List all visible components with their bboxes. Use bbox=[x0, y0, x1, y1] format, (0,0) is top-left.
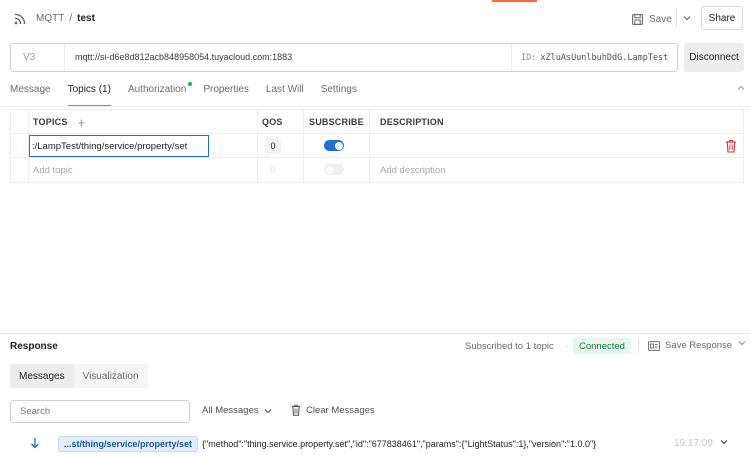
save-response-label: Save Response bbox=[665, 340, 733, 351]
response-title: Response bbox=[10, 341, 58, 352]
chevron-down-icon[interactable] bbox=[738, 340, 746, 346]
tab-last-will[interactable]: Last Will bbox=[266, 84, 304, 106]
tab-visualization[interactable]: Visualization bbox=[73, 364, 148, 388]
save-response-button[interactable]: Save Response bbox=[648, 340, 732, 351]
header-topics-label: TOPICS bbox=[33, 117, 68, 127]
modified-dot-icon bbox=[188, 82, 193, 86]
topic-input[interactable]: :/LampTest/thing/service/property/set bbox=[29, 135, 209, 157]
add-subscribe-toggle[interactable] bbox=[324, 164, 344, 175]
list-item[interactable]: ...st/thing/service/property/set {"metho… bbox=[0, 432, 750, 457]
chevron-down-icon[interactable] bbox=[720, 439, 728, 445]
save-button[interactable]: Save bbox=[632, 10, 672, 28]
status-separator: · bbox=[565, 341, 568, 351]
connection-status-badge: Connected bbox=[573, 338, 631, 354]
toolbar-divider bbox=[638, 339, 639, 353]
save-options-button[interactable] bbox=[676, 8, 696, 28]
share-button[interactable]: Share bbox=[701, 6, 743, 30]
header-qos: QOS bbox=[262, 117, 283, 127]
clear-messages-label: Clear Messages bbox=[306, 404, 375, 416]
message-time: 19:17:09 bbox=[674, 438, 713, 449]
topics-table: TOPICS + QOS SUBSCRIBE DESCRIPTION :/Lam… bbox=[10, 109, 744, 184]
add-topic-plus-icon[interactable]: + bbox=[78, 115, 86, 130]
breadcrumb-protocol[interactable]: MQTT bbox=[36, 13, 64, 24]
breadcrumb: MQTT / test bbox=[36, 13, 95, 24]
chevron-up-icon[interactable] bbox=[737, 85, 745, 91]
message-filter-label: All Messages bbox=[202, 405, 259, 416]
header-description: DESCRIPTION bbox=[380, 117, 444, 127]
trash-icon[interactable] bbox=[725, 139, 737, 153]
chevron-down-icon bbox=[683, 16, 690, 21]
active-tab-accent bbox=[492, 0, 537, 2]
add-topic-input[interactable]: Add topic bbox=[33, 158, 73, 182]
version-select[interactable]: V3 bbox=[11, 44, 65, 71]
save-icon bbox=[632, 13, 643, 25]
tab-authorization[interactable]: Authorization bbox=[127, 82, 193, 106]
search-input[interactable] bbox=[10, 400, 190, 423]
request-tabs: Message Topics (1) Authorization Propert… bbox=[10, 82, 374, 106]
response-divider[interactable] bbox=[0, 333, 750, 334]
tab-properties[interactable]: Properties bbox=[203, 84, 249, 106]
mqtt-icon bbox=[14, 13, 26, 25]
arrow-down-icon bbox=[31, 438, 39, 449]
header-subscribe: SUBSCRIBE bbox=[309, 117, 364, 127]
message-topic-badge: ...st/thing/service/property/set bbox=[58, 436, 199, 452]
header-topics: TOPICS + bbox=[33, 110, 85, 134]
tab-authorization-label: Authorization bbox=[127, 84, 187, 95]
table-row: :/LampTest/thing/service/property/set 0 bbox=[11, 134, 743, 158]
save-response-icon bbox=[648, 340, 660, 351]
connection-bar: V3 mqtt://si-d6e8d812acb848958054.tuyacl… bbox=[10, 43, 678, 72]
response-tabs: Messages Visualization bbox=[10, 364, 148, 388]
chevron-down-icon bbox=[264, 408, 271, 413]
client-id-input[interactable]: ID: xZluAsUunlbuhDdG.LampTest bbox=[511, 44, 677, 71]
subscribe-toggle[interactable] bbox=[324, 140, 344, 151]
add-qos-input[interactable]: 0 bbox=[265, 162, 281, 178]
request-name[interactable]: test bbox=[77, 13, 95, 24]
client-id-label: ID: bbox=[521, 52, 537, 63]
clear-messages-button[interactable]: Clear Messages bbox=[291, 404, 375, 416]
message-filter-dropdown[interactable]: All Messages bbox=[202, 405, 272, 416]
tabs-divider bbox=[0, 106, 750, 107]
tab-settings[interactable]: Settings bbox=[321, 84, 357, 106]
table-header-row: TOPICS + QOS SUBSCRIBE DESCRIPTION bbox=[11, 110, 743, 134]
message-payload: {"method":"thing.service.property.set","… bbox=[202, 439, 597, 449]
version-value: V3 bbox=[23, 52, 36, 63]
add-description-input[interactable]: Add description bbox=[380, 158, 445, 182]
tab-topics[interactable]: Topics (1) bbox=[67, 84, 112, 106]
breadcrumb-separator: / bbox=[69, 13, 73, 24]
tab-message[interactable]: Message bbox=[10, 84, 51, 106]
add-topic-row: Add topic 0 Add description bbox=[11, 158, 743, 182]
save-label: Save bbox=[649, 13, 672, 25]
trash-icon bbox=[291, 404, 301, 416]
tab-messages[interactable]: Messages bbox=[10, 364, 74, 388]
broker-url-input[interactable]: mqtt://si-d6e8d812acb848958054.tuyacloud… bbox=[75, 52, 292, 62]
disconnect-button[interactable]: Disconnect bbox=[684, 43, 744, 72]
client-id-value: xZluAsUunlbuhDdG.LampTest bbox=[540, 52, 669, 63]
subscribed-count: Subscribed to 1 topic bbox=[465, 341, 554, 352]
qos-input[interactable]: 0 bbox=[265, 138, 281, 154]
